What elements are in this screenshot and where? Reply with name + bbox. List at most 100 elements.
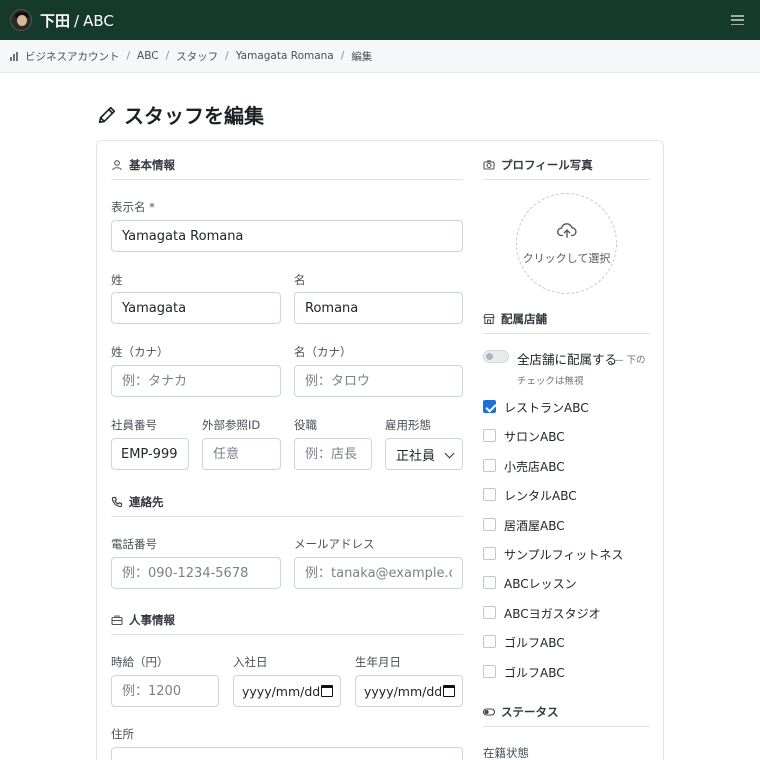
employment-type-value: 正社員 [396,448,436,464]
section-basic-info: 基本情報 [111,157,463,180]
address-input[interactable] [111,747,463,760]
last-name-kana-input[interactable] [111,365,281,397]
birth-date-placeholder: yyyy/mm/dd [364,683,443,699]
display-name-label: 表示名 * [111,200,155,214]
store-checkbox-label[interactable]: ABCレッスン [504,575,577,592]
camera-icon [483,160,495,170]
breadcrumb-separator: / [165,50,170,62]
all-stores-toggle-hint: — 下の [614,355,646,366]
store-checkbox-label[interactable]: サンプルフィットネス [504,546,623,563]
hourly-wage-input[interactable] [111,675,219,707]
store-checkbox[interactable] [483,518,496,531]
section-title: ステータス [501,705,559,719]
breadcrumb-item-current: 編集 [351,50,373,63]
email-input[interactable] [294,557,463,589]
section-hr-info: 人事情報 [111,612,463,635]
last-name-kana-label: 姓（カナ） [111,345,169,359]
birth-date-input[interactable]: yyyy/mm/dd [355,675,463,707]
first-name-label: 名 [294,273,306,287]
chevron-down-icon [444,448,455,459]
section-profile-photo: プロフィール写真 [483,157,650,180]
hire-date-label: 入社日 [233,655,268,669]
store-checkbox[interactable] [483,400,496,413]
breadcrumb-separator: / [340,50,345,62]
email-label: メールアドレス [294,537,375,551]
brand[interactable]: 下田 / ABC [40,10,114,31]
calendar-icon[interactable] [443,685,455,697]
phone-icon [111,496,123,508]
store-checkbox[interactable] [483,429,496,442]
last-name-label: 姓 [111,273,123,287]
chart-bar-icon [10,51,20,61]
breadcrumb-item-staff[interactable]: スタッフ [176,49,218,64]
avatar[interactable] [10,9,32,31]
hourly-wage-label: 時給（円） [111,655,169,669]
brand-account: ABC [83,11,114,30]
store-checkbox-label[interactable]: 小売店ABC [504,458,565,475]
address-label: 住所 [111,727,134,741]
breadcrumb-item-staff-name[interactable]: Yamagata Romana [236,50,334,62]
section-contact: 連絡先 [111,494,463,517]
employee-number-input[interactable] [111,438,189,470]
store-checkbox-label[interactable]: 居酒屋ABC [504,517,565,534]
first-name-kana-input[interactable] [294,365,463,397]
store-checkbox[interactable] [483,635,496,648]
upload-text: クリックして選択 [522,251,611,265]
top-bar: 下田 / ABC [0,0,760,40]
last-name-input[interactable] [111,292,281,324]
position-input[interactable] [294,438,372,470]
photo-upload-dropzone[interactable]: クリックして選択 [516,193,617,294]
hamburger-menu-icon[interactable] [731,15,744,25]
page-title: スタッフを編集 [96,100,264,129]
position-label: 役職 [294,418,317,432]
hire-date-input[interactable]: yyyy/mm/dd [233,675,341,707]
store-checkbox-label[interactable]: ゴルフABC [504,634,565,651]
breadcrumb-item-business-account[interactable]: ビジネスアカウント [25,49,120,64]
hire-date-placeholder: yyyy/mm/dd [242,683,321,699]
all-stores-toggle-label: 全店舗に配属する [517,352,618,367]
section-assigned-stores: 配属店舗 [483,311,650,334]
toggle-icon [483,708,495,716]
employee-number-label: 社員番号 [111,418,157,432]
employment-type-label: 雇用形態 [385,418,431,432]
section-status: ステータス [483,704,650,727]
store-checkbox-label[interactable]: ABCヨガスタジオ [504,605,601,622]
store-checkbox[interactable] [483,488,496,501]
phone-label: 電話番号 [111,537,157,551]
brand-separator: / [74,11,80,30]
store-checkbox[interactable] [483,606,496,619]
store-icon [483,313,495,325]
breadcrumb-item-account[interactable]: ABC [137,50,159,62]
store-checkbox[interactable] [483,576,496,589]
store-checkbox-label[interactable]: ゴルフABC [504,664,565,681]
section-title: 連絡先 [129,495,164,509]
phone-input[interactable] [111,557,281,589]
section-title: プロフィール写真 [501,158,593,172]
store-checkbox-label[interactable]: サロンABC [504,428,565,445]
breadcrumb: ビジネスアカウント / ABC / スタッフ / Yamagata Romana… [0,40,760,73]
first-name-input[interactable] [294,292,463,324]
store-checkbox-label[interactable]: レンタルABC [504,487,577,504]
pencil-icon [98,106,116,123]
section-title: 基本情報 [129,158,175,172]
breadcrumb-separator: / [225,50,229,62]
briefcase-icon [111,615,123,626]
store-checkbox[interactable] [483,665,496,678]
birth-date-label: 生年月日 [355,655,401,669]
page-title-text: スタッフを編集 [124,104,264,128]
calendar-icon[interactable] [321,685,333,697]
store-checkbox[interactable] [483,459,496,472]
all-stores-toggle[interactable] [483,350,509,363]
external-id-label: 外部参照ID [202,418,261,432]
external-id-input[interactable] [202,438,281,470]
employment-type-select[interactable]: 正社員 [385,438,463,470]
cloud-upload-icon [556,222,577,238]
breadcrumb-separator: / [126,50,131,62]
section-title: 人事情報 [129,613,175,627]
section-title: 配属店舗 [501,312,547,326]
display-name-input[interactable] [111,220,463,252]
store-checkbox-label[interactable]: レストランABC [504,399,589,416]
store-checkbox[interactable] [483,547,496,560]
first-name-kana-label: 名（カナ） [294,345,352,359]
all-stores-toggle-hint-cont: チェックは無視 [517,376,584,387]
